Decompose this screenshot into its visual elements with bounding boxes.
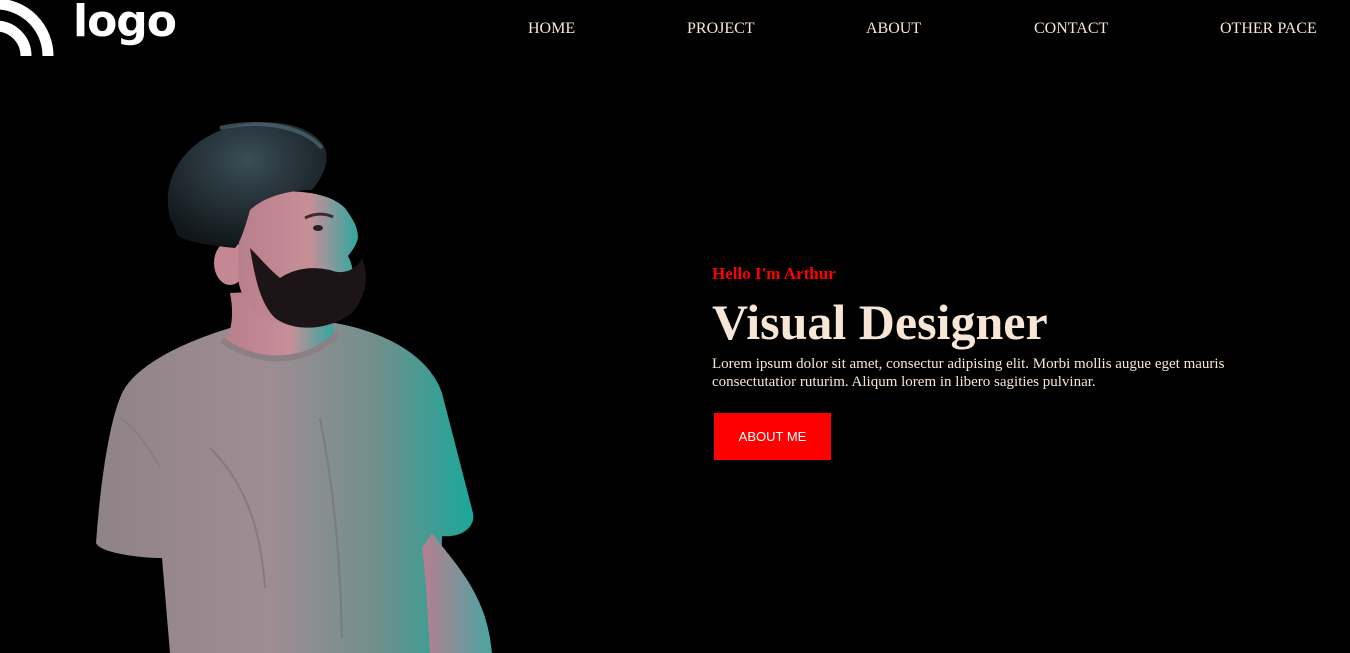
nav-project[interactable]: PROJECT [687,20,755,38]
main-nav: HOME PROJECT ABOUT CONTACT OTHER PACE [0,20,1350,40]
hero-title: Visual Designer [712,294,1048,350]
nav-other-pace[interactable]: OTHER PACE [1220,20,1317,38]
nav-about[interactable]: ABOUT [866,20,921,38]
nav-home[interactable]: HOME [528,20,575,38]
hero-description: Lorem ipsum dolor sit amet, consectur ad… [712,356,1225,390]
portrait-image [96,122,492,653]
hero-section: Hello I'm Arthur Visual Designer Lorem i… [712,263,1292,460]
nav-contact[interactable]: CONTACT [1034,20,1108,38]
about-me-button[interactable]: ABOUT ME [714,413,831,460]
hero-greeting: Hello I'm Arthur [712,264,836,283]
